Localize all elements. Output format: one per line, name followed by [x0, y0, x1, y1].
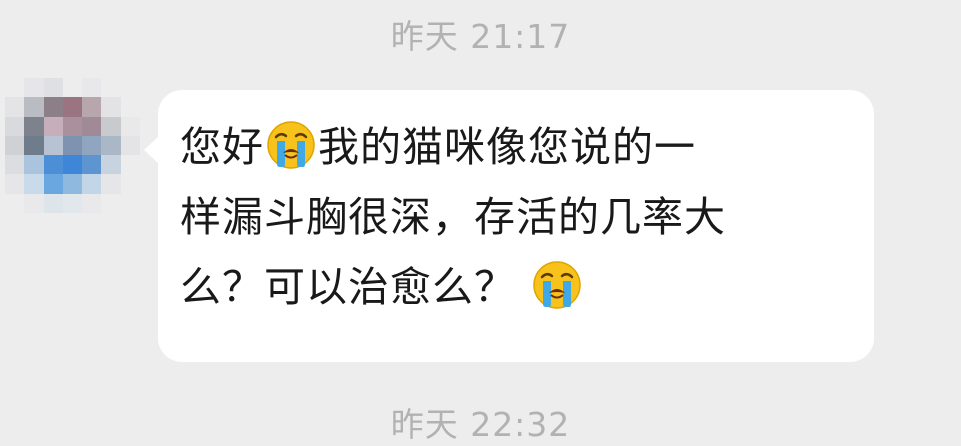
avatar[interactable]: [5, 78, 140, 213]
avatar-pixel: [101, 97, 121, 117]
message-line: 样漏斗胸很深，存活的几率大: [180, 182, 854, 252]
avatar-pixel: [101, 135, 121, 156]
avatar-pixel: [5, 135, 25, 156]
message-text: 么？可以治愈么？: [180, 263, 516, 311]
avatar-pixel: [5, 174, 25, 194]
loudly-crying-face-icon: [267, 121, 315, 169]
avatar-pixel: [101, 116, 121, 136]
avatar-pixel: [82, 155, 102, 175]
loudly-crying-face-icon: [533, 261, 581, 309]
avatar-pixel: [120, 116, 140, 136]
avatar-pixel: [5, 78, 25, 98]
avatar-pixel: [43, 193, 63, 213]
avatar-pixel: [24, 155, 44, 175]
avatar-pixel: [62, 174, 83, 194]
avatar-pixel: [120, 97, 140, 117]
avatar-pixel: [24, 174, 44, 194]
avatar-pixel: [82, 97, 102, 117]
avatar-pixel: [62, 116, 83, 136]
avatar-pixel: [101, 174, 121, 194]
avatar-pixel: [120, 78, 140, 98]
avatar-pixel: [5, 193, 25, 213]
avatar-pixel: [120, 135, 140, 156]
avatar-pixel: [43, 155, 63, 175]
avatar-pixel: [43, 97, 63, 117]
avatar-pixel: [120, 155, 140, 175]
avatar-pixel: [5, 97, 25, 117]
message-line: 么？可以治愈么？: [180, 252, 854, 322]
bubble-tail: [144, 136, 159, 164]
avatar-pixel: [101, 193, 121, 213]
avatar-pixel: [5, 155, 25, 175]
avatar-pixel: [120, 174, 140, 194]
avatar-pixel: [24, 116, 44, 136]
avatar-pixel: [62, 78, 83, 98]
avatar-pixel: [24, 135, 44, 156]
message-text: 样漏斗胸很深，存活的几率大: [180, 193, 726, 241]
avatar-pixel: [43, 135, 63, 156]
message-text: 您好: [180, 123, 264, 171]
avatar-pixel: [43, 174, 63, 194]
avatar-pixel: [43, 78, 63, 98]
avatar-pixel: [5, 116, 25, 136]
avatar-pixel: [120, 193, 140, 213]
avatar-pixel: [62, 97, 83, 117]
avatar-pixel: [24, 97, 44, 117]
timestamp: 昨天 21:17: [390, 17, 571, 56]
timestamp: 昨天 22:32: [390, 405, 571, 444]
avatar-pixel: [62, 135, 83, 156]
avatar-pixel: [101, 155, 121, 175]
avatar-pixel: [82, 116, 102, 136]
avatar-pixel: [82, 174, 102, 194]
avatar-pixel: [101, 78, 121, 98]
avatar-pixel: [82, 135, 102, 156]
avatar-pixel: [82, 78, 102, 98]
avatar-pixel: [82, 193, 102, 213]
avatar-pixel: [24, 78, 44, 98]
avatar-pixel: [62, 193, 83, 213]
message-text: 我的猫咪像您说的一: [318, 123, 696, 171]
message-bubble[interactable]: 您好 我的猫咪像您说的一 样漏斗胸很深，存活的几率大 么？可以治愈么？: [144, 90, 874, 362]
avatar-pixel: [24, 193, 44, 213]
avatar-pixel: [43, 116, 63, 136]
avatar-pixel: [62, 155, 83, 175]
message-line: 您好 我的猫咪像您说的一: [180, 112, 854, 182]
